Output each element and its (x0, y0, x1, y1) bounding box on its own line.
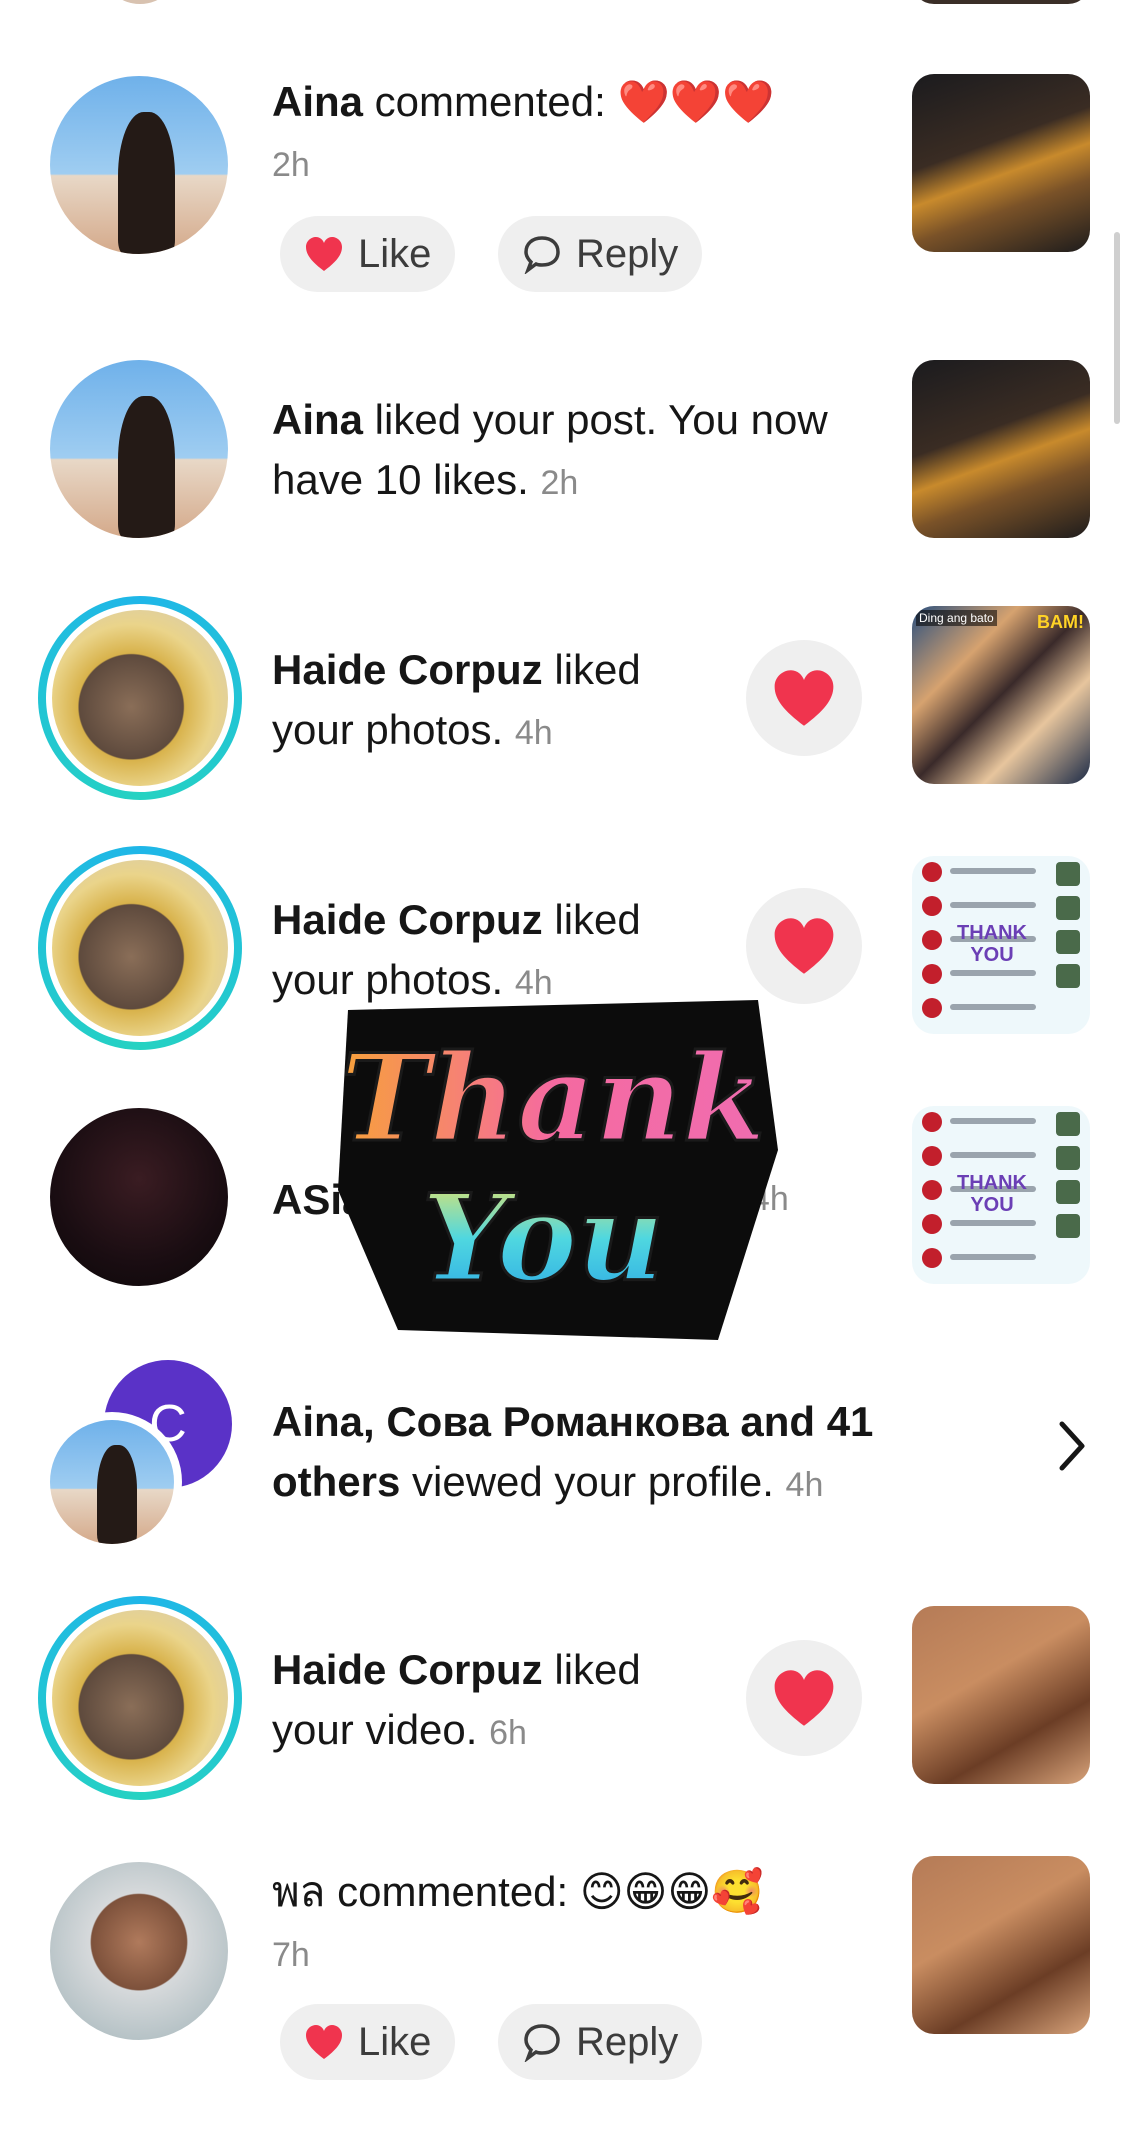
photo-thumbnail[interactable]: Ding ang bato BAM! (912, 606, 1090, 784)
user-name[interactable]: Aina (272, 78, 363, 125)
heart-icon (306, 237, 342, 271)
comment-icon (524, 2024, 560, 2062)
like-button[interactable]: Like (280, 216, 456, 292)
notification-text: Haide Corpuz liked (272, 890, 641, 950)
comic-bam: BAM! (1037, 612, 1084, 632)
avatar[interactable] (50, 1420, 174, 1544)
sticker-line2: You (422, 1168, 665, 1309)
comment-icon (524, 236, 560, 274)
heart-icon (774, 918, 834, 974)
notification-text: Aina, Сова Романкова and 41 (272, 1392, 873, 1452)
like-label: Like (358, 231, 432, 276)
action-text: liked (542, 1646, 641, 1693)
like-button[interactable]: Like (280, 2004, 456, 2080)
avatar[interactable] (52, 610, 228, 786)
photo-thumbnail[interactable]: THANK YOU (912, 1106, 1090, 1284)
comic-caption: Ding ang bato (916, 610, 997, 626)
action-text: your photos. (272, 706, 504, 753)
notification-text: Haide Corpuz liked (272, 1640, 641, 1700)
list-entry (922, 1112, 1042, 1132)
user-names[interactable]: Aina, Сова Романкова and 41 (272, 1398, 873, 1445)
video-thumbnail[interactable] (912, 1856, 1090, 2034)
thumbnail-overlay-text: THANK YOU (957, 1172, 1027, 1216)
list-entry (922, 998, 1042, 1018)
notification-text: Haide Corpuz liked (272, 640, 641, 700)
action-text: liked your post. You now (363, 396, 828, 443)
action-text: commented: (363, 78, 618, 125)
user-name[interactable]: Aina (272, 396, 363, 443)
sticker-line1: Thank (341, 1028, 766, 1169)
notification-text-line2: others viewed your profile. 4h (272, 1452, 823, 1515)
avatar[interactable] (50, 76, 228, 254)
notification-text-line2: your photos. 4h (272, 700, 553, 763)
action-text: have 10 likes. (272, 456, 529, 503)
notification-text-line2: have 10 likes. 2h (272, 450, 578, 513)
post-thumbnail[interactable] (912, 74, 1090, 252)
thank-you-sticker: Thank You (318, 990, 788, 1350)
list-entry (922, 1146, 1042, 1166)
thumbnail-overlay-text: THANK YOU (957, 922, 1027, 966)
partial-top-thumbnail[interactable] (912, 0, 1090, 4)
notification-text-line2: your video. 6h (272, 1700, 527, 1763)
comment-emoji: 😊😁😁🥰 (579, 1868, 764, 1915)
action-text: commented: (325, 1868, 580, 1915)
list-entry (922, 1248, 1042, 1268)
avatar[interactable] (50, 1108, 228, 1286)
avatar[interactable] (52, 1610, 228, 1786)
list-entry (922, 896, 1042, 916)
reply-label: Reply (576, 231, 679, 276)
heart-icon (306, 2025, 342, 2059)
photo-thumbnail[interactable]: THANK YOU (912, 856, 1090, 1034)
timestamp: 2h (540, 464, 579, 502)
notification-text: พล commented: 😊😁😁🥰 (272, 1862, 764, 1922)
like-back-button[interactable] (746, 640, 862, 756)
timestamp: 2h (272, 146, 310, 184)
timestamp: 4h (514, 714, 553, 752)
sticker-art: Thank You (338, 1000, 778, 1340)
like-back-button[interactable] (746, 888, 862, 1004)
avatar[interactable] (50, 1862, 228, 2040)
scrollbar[interactable] (1114, 232, 1120, 424)
others-label[interactable]: others (272, 1458, 400, 1505)
reply-label: Reply (576, 2019, 679, 2064)
list-entry (922, 964, 1042, 984)
chevron-right-icon[interactable] (1052, 1416, 1092, 1476)
action-text: liked (542, 896, 641, 943)
list-entry (922, 862, 1042, 882)
avatar[interactable] (52, 860, 228, 1036)
timestamp: 7h (272, 1936, 310, 1974)
timestamp: 6h (489, 1714, 527, 1752)
heart-icon (774, 670, 834, 726)
user-name[interactable]: Haide Corpuz (272, 896, 543, 943)
video-thumbnail[interactable] (912, 1606, 1090, 1784)
timestamp: 4h (785, 1466, 824, 1504)
action-text: viewed your profile. (400, 1458, 774, 1505)
action-text: your video. (272, 1706, 478, 1753)
notification-text: Aina commented: ❤️❤️❤️ (272, 72, 774, 132)
avatar[interactable] (50, 360, 228, 538)
action-text: liked (542, 646, 641, 693)
reply-button[interactable]: Reply (498, 216, 703, 292)
reply-button[interactable]: Reply (498, 2004, 703, 2080)
list-entry (922, 1214, 1042, 1234)
heart-icon (774, 1670, 834, 1726)
partial-top-avatar (100, 0, 180, 4)
user-name[interactable]: Haide Corpuz (272, 646, 543, 693)
post-thumbnail[interactable] (912, 360, 1090, 538)
user-name[interactable]: พล (272, 1868, 325, 1915)
like-label: Like (358, 2019, 432, 2064)
like-back-button[interactable] (746, 1640, 862, 1756)
notification-text: Aina liked your post. You now (272, 390, 828, 450)
user-name[interactable]: Haide Corpuz (272, 1646, 543, 1693)
comment-emoji: ❤️❤️❤️ (617, 78, 775, 125)
